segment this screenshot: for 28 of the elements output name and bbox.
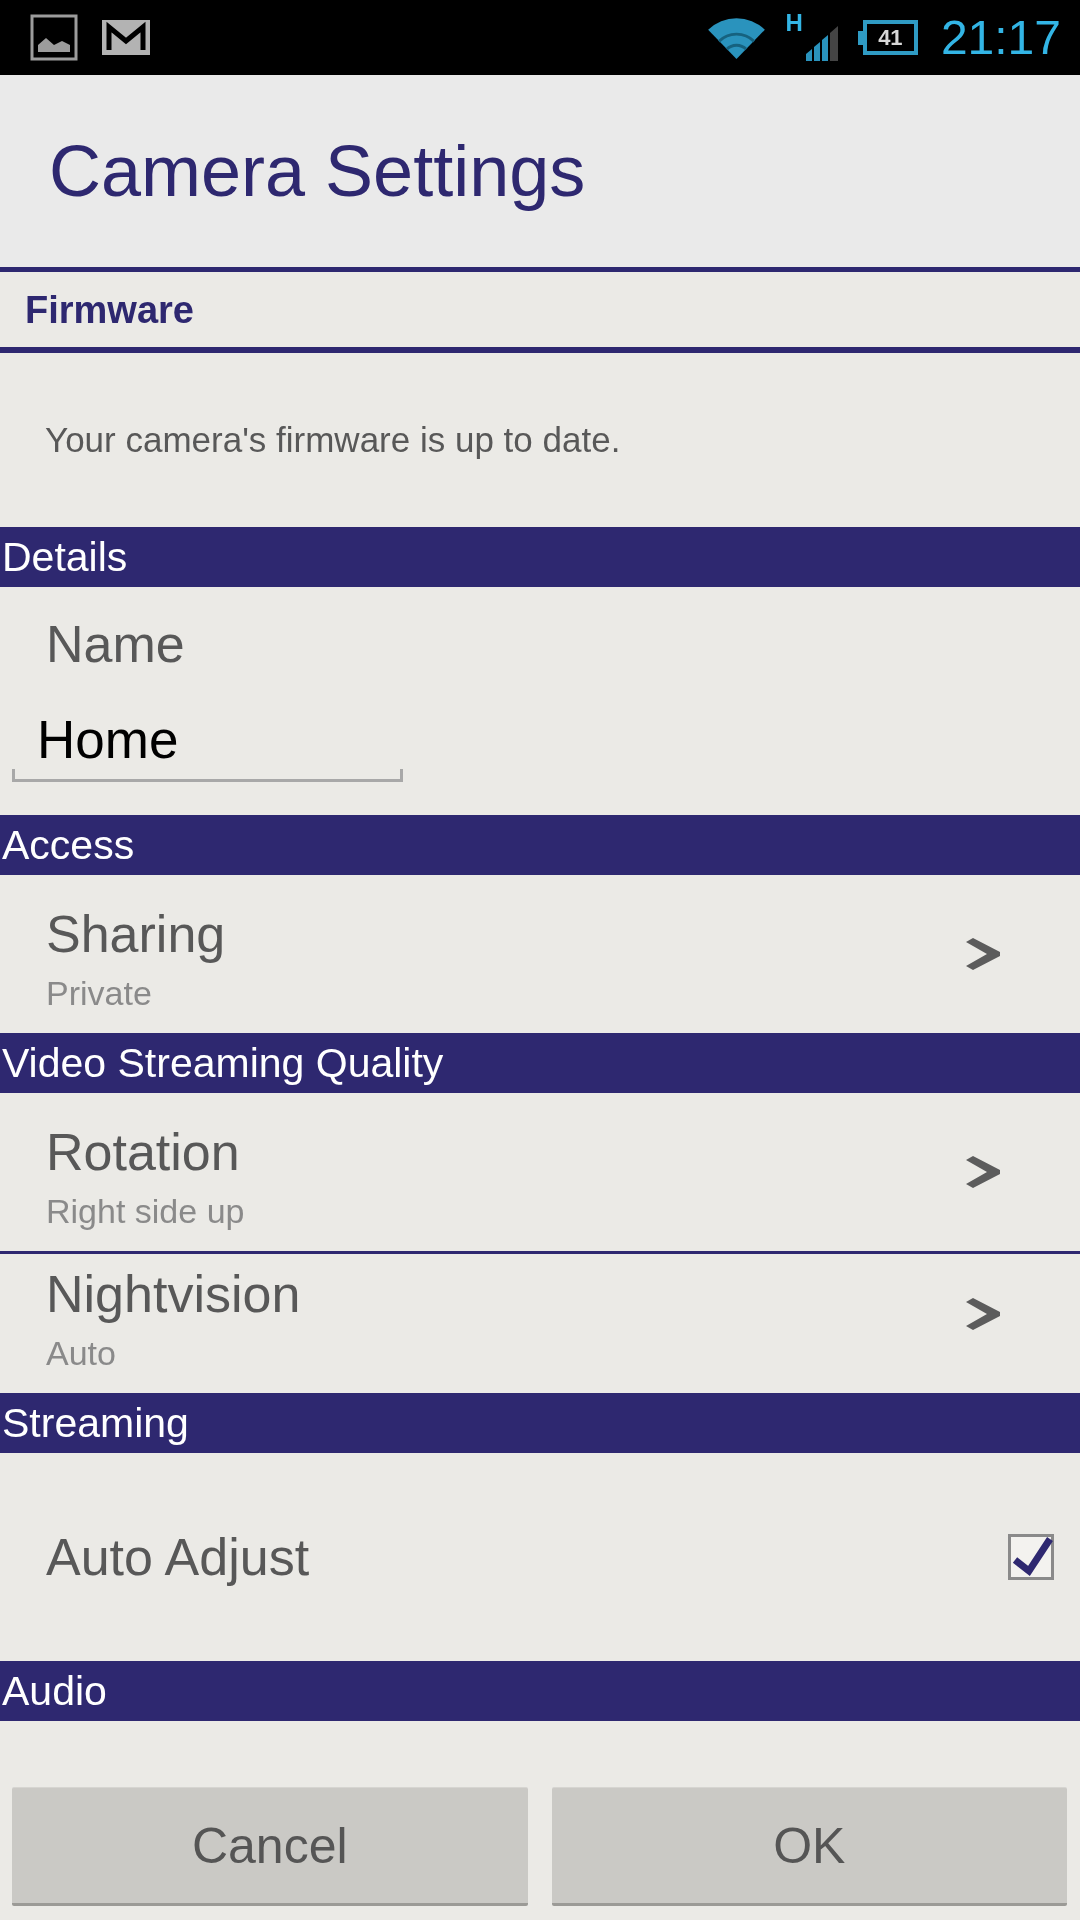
battery-indicator: 41 xyxy=(857,20,918,55)
field-label: Name xyxy=(46,614,185,675)
section-header: Access xyxy=(0,815,1080,875)
dialog-button[interactable]: Cancel xyxy=(12,1787,528,1906)
setting-summary: Right side up xyxy=(46,1191,245,1232)
section-header: Streaming xyxy=(0,1393,1080,1453)
setting-summary: Private xyxy=(46,973,152,1014)
dialog-button[interactable]: OK xyxy=(551,1787,1067,1906)
mail-icon xyxy=(102,20,150,55)
chevron-right-icon xyxy=(966,1156,1000,1188)
setting-summary: Auto xyxy=(46,1333,116,1374)
setting-title[interactable]: Rotation xyxy=(46,1121,240,1183)
section-header: Audio xyxy=(0,1661,1080,1721)
checkbox[interactable] xyxy=(1008,1534,1054,1580)
chevron-right-icon xyxy=(966,938,1000,970)
screen-title: Camera Settings xyxy=(49,130,586,213)
clock-time: 21:17 xyxy=(940,13,1061,62)
section-header: Details xyxy=(0,527,1080,587)
chevron-right-icon xyxy=(966,1298,1000,1330)
section-header: Video Streaming Quality xyxy=(0,1033,1080,1093)
wifi-icon xyxy=(706,15,766,60)
section-header: Firmware xyxy=(25,287,194,333)
network-type-label: H xyxy=(785,11,803,35)
setting-title[interactable]: Nightvision xyxy=(46,1263,301,1325)
status-message: Your camera's firmware is up to date. xyxy=(45,419,621,461)
image-icon xyxy=(30,14,78,61)
setting-title[interactable]: Auto Adjust xyxy=(46,1526,310,1588)
setting-title[interactable]: Sharing xyxy=(46,903,226,965)
